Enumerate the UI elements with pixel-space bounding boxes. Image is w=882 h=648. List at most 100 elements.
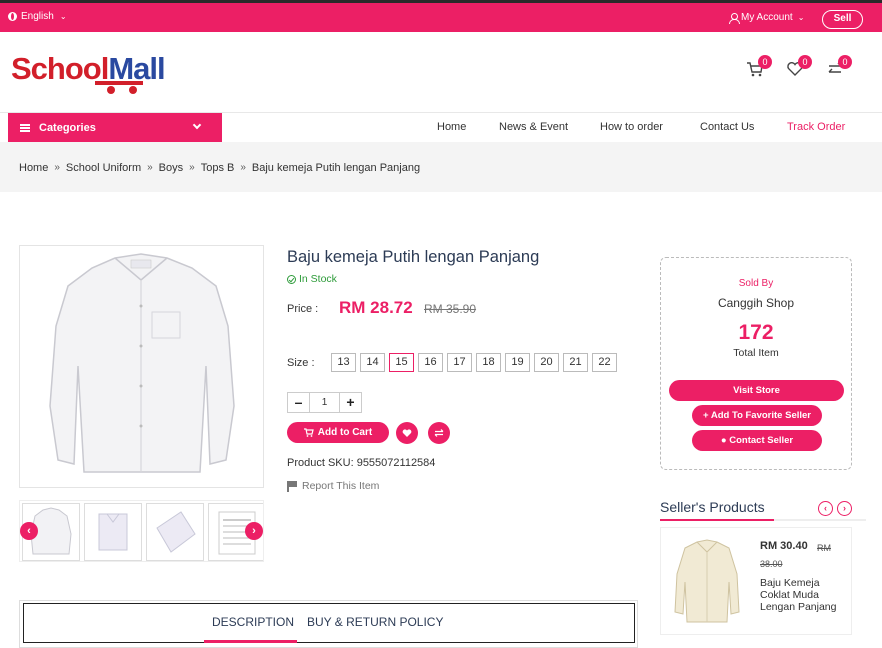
stock-status: In Stock	[287, 273, 337, 285]
shop-name[interactable]: Canggih Shop	[661, 296, 851, 310]
chevron-down-icon	[192, 120, 202, 130]
total-item-count: 172	[738, 321, 774, 344]
heart-icon	[402, 429, 412, 437]
tab-buy-return-policy[interactable]: BUY & RETURN POLICY	[307, 615, 443, 629]
breadcrumb-separator: »	[147, 162, 153, 173]
add-to-cart-label: Add to Cart	[317, 427, 373, 438]
seller-card: Sold By Canggih Shop 172 Total Item Visi…	[660, 257, 852, 470]
favorite-seller-button[interactable]: + Add To Favorite Seller	[692, 405, 822, 426]
thumbnail-next-button[interactable]: ›	[245, 522, 263, 540]
logo-cart-bar	[95, 81, 143, 85]
compare-icon	[434, 429, 444, 437]
add-to-compare-button[interactable]	[428, 422, 450, 444]
add-to-wishlist-button[interactable]	[396, 422, 418, 444]
product-main-image[interactable]	[19, 245, 264, 488]
nav-how-to-order[interactable]: How to order	[600, 121, 663, 133]
contact-seller-button[interactable]: ● Contact Seller	[692, 430, 822, 451]
nav-news-event[interactable]: News & Event	[499, 121, 568, 133]
seller-product-card[interactable]: RM 30.40 RM 38.00 Baju Kemeja Coklat Mud…	[660, 527, 852, 635]
categories-menu[interactable]: Categories	[8, 113, 222, 142]
contact-seller-label: Contact Seller	[729, 435, 794, 446]
seller-product-name[interactable]: Baju Kemeja Coklat Muda Lengan Panjang	[760, 577, 848, 613]
product-old-price: RM 35.90	[424, 302, 477, 316]
folded-shirt-angle-image	[156, 511, 196, 553]
sellers-products-heading: Seller's Products	[660, 499, 765, 515]
report-item-link[interactable]: Report This Item	[287, 480, 379, 492]
quantity-stepper: – 1 +	[287, 392, 362, 413]
cart-button[interactable]: 0	[746, 55, 772, 82]
add-to-cart-button[interactable]: Add to Cart	[287, 422, 389, 443]
seller-product-old-price: RM 38.00	[760, 543, 831, 569]
quantity-increase-button[interactable]: +	[340, 393, 361, 412]
product-price: RM 28.72	[339, 298, 413, 317]
sell-button[interactable]: Sell	[822, 10, 863, 29]
size-option[interactable]: 14	[360, 353, 385, 372]
favorite-seller-label: Add To Favorite Seller	[710, 410, 811, 421]
categories-label: Categories	[39, 121, 96, 134]
sellers-products-next-button[interactable]: ›	[837, 501, 852, 516]
quantity-input[interactable]: 1	[309, 393, 340, 412]
sellers-products-prev-button[interactable]: ‹	[818, 501, 833, 516]
tab-description[interactable]: DESCRIPTION	[212, 615, 294, 629]
chevron-down-icon: ⌄	[59, 12, 67, 21]
compare-button[interactable]: 0	[826, 55, 852, 82]
thumbnail[interactable]	[84, 503, 142, 561]
nav-home[interactable]: Home	[437, 121, 466, 133]
stock-label: In Stock	[299, 273, 337, 285]
hamburger-icon	[20, 123, 30, 132]
breadcrumb-bar: Home » School Uniform » Boys » Tops B » …	[0, 142, 882, 192]
size-label: Size :	[287, 357, 315, 369]
thumbnail-prev-button[interactable]: ‹	[20, 522, 38, 540]
report-label: Report This Item	[302, 480, 380, 492]
breadcrumb-boys[interactable]: Boys	[159, 162, 183, 174]
size-option[interactable]: 18	[476, 353, 501, 372]
top-bar: English ⌄ My Account ⌄ Sell	[0, 0, 882, 32]
khaki-shirt-image	[674, 539, 740, 623]
cart-icon	[303, 428, 314, 437]
nav-track-order[interactable]: Track Order	[787, 121, 845, 133]
sellers-products-underline	[660, 519, 866, 521]
cart-count-badge: 0	[758, 55, 772, 69]
size-option[interactable]: 17	[447, 353, 472, 372]
product-title: Baju kemeja Putih lengan Panjang	[287, 248, 540, 266]
wishlist-count-badge: 0	[798, 55, 812, 69]
breadcrumb-current: Baju kemeja Putih lengan Panjang	[251, 162, 421, 174]
my-account-menu[interactable]: My Account ⌄	[729, 12, 805, 24]
tab-active-indicator	[204, 640, 297, 643]
breadcrumb-home[interactable]: Home	[19, 162, 48, 174]
my-account-label: My Account	[741, 12, 793, 23]
breadcrumb-separator: »	[189, 162, 195, 173]
nav-contact-us[interactable]: Contact Us	[700, 121, 754, 133]
breadcrumb-separator: »	[240, 162, 246, 173]
breadcrumb-tops-b[interactable]: Tops B	[201, 162, 235, 174]
thumbnail[interactable]	[146, 503, 204, 561]
size-option[interactable]: 20	[534, 353, 559, 372]
thumbnail-strip: ‹ ›	[19, 500, 264, 562]
price-label: Price :	[287, 303, 319, 315]
size-option[interactable]: 22	[592, 353, 617, 372]
globe-icon	[8, 12, 17, 21]
size-option-selected[interactable]: 15	[389, 353, 414, 372]
logo-cart-wheel	[129, 86, 137, 94]
sold-by-label: Sold By	[738, 278, 774, 289]
product-sku: Product SKU: 9555072112584	[287, 457, 436, 469]
breadcrumb: Home » School Uniform » Boys » Tops B » …	[19, 162, 420, 174]
size-option[interactable]: 13	[331, 353, 356, 372]
size-option[interactable]: 19	[505, 353, 530, 372]
flag-icon	[287, 481, 297, 492]
visit-store-button[interactable]: Visit Store	[669, 380, 844, 401]
language-selector[interactable]: English ⌄	[8, 11, 67, 22]
chevron-down-icon: ⌄	[797, 13, 805, 22]
compare-count-badge: 0	[838, 55, 852, 69]
language-label: English	[21, 11, 54, 22]
site-logo[interactable]: SchoolMall	[11, 47, 166, 99]
check-circle-icon	[287, 274, 296, 284]
size-option[interactable]: 21	[563, 353, 588, 372]
quantity-decrease-button[interactable]: –	[288, 393, 309, 412]
breadcrumb-separator: »	[54, 162, 60, 173]
breadcrumb-school-uniform[interactable]: School Uniform	[66, 162, 141, 174]
shirt-image	[49, 253, 235, 473]
size-option[interactable]: 16	[418, 353, 443, 372]
logo-cart-wheel	[107, 86, 115, 94]
wishlist-button[interactable]: 0	[786, 55, 812, 82]
